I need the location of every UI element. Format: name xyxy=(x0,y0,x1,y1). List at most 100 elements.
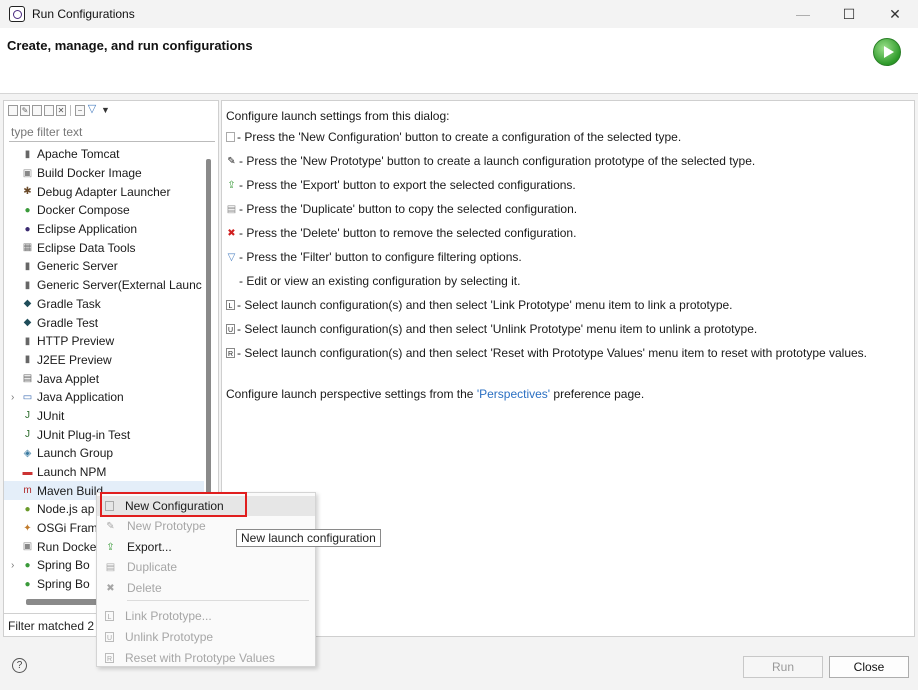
new-prototype-icon: ✎ xyxy=(106,520,115,532)
window-title: Run Configurations xyxy=(32,7,135,21)
tree-item-label: Launch Group xyxy=(37,446,114,461)
help-line-reset-prototype: R- Select launch configuration(s) and th… xyxy=(226,346,868,360)
tree-item-label: Generic Server(External Launc xyxy=(37,278,202,293)
perspectives-link[interactable]: 'Perspectives' xyxy=(477,387,550,401)
docker-icon: ▣ xyxy=(22,167,33,179)
unlink-prototype-icon: U xyxy=(226,324,235,334)
run-icon xyxy=(873,38,901,66)
duplicate-icon: ▤ xyxy=(105,561,116,573)
tree-item-label: Gradle Test xyxy=(37,315,99,330)
tree-item-label: Generic Server xyxy=(37,259,118,274)
tree-item-label: Spring Bo xyxy=(37,577,90,592)
tree-item[interactable]: ● Eclipse Application xyxy=(4,220,204,239)
tree-item-label: J2EE Preview xyxy=(37,352,112,367)
tree-item[interactable]: ▮ Generic Server(External Launc xyxy=(4,276,204,295)
spring-icon: ● xyxy=(24,559,31,571)
menu-separator xyxy=(127,600,309,601)
tree-item-label: JUnit xyxy=(37,408,65,423)
maximize-button[interactable]: ☐ xyxy=(826,0,872,28)
filter-icon[interactable]: ▽ xyxy=(87,103,97,116)
spring-icon: ● xyxy=(24,578,31,590)
tree-item-label: Java Applet xyxy=(37,371,100,386)
window-controls: — ☐ ✕ xyxy=(780,0,918,28)
highlight-annotation xyxy=(100,492,247,517)
delete-icon[interactable]: ✕ xyxy=(56,104,66,116)
help-line-filter: ▽ - Press the 'Filter' button to configur… xyxy=(227,250,522,264)
tree-item[interactable]: ✱ Debug Adapter Launcher xyxy=(4,182,204,201)
filter-status: Filter matched 2 xyxy=(8,619,95,633)
minimize-button[interactable]: — xyxy=(780,0,826,28)
tree-item[interactable]: ◆ Gradle Task xyxy=(4,295,204,314)
tree-item-label: Docker Compose xyxy=(37,203,130,218)
tree-item-label: HTTP Preview xyxy=(37,334,115,349)
server-icon: ▮ xyxy=(24,279,31,291)
junit-icon: J xyxy=(25,429,30,441)
menu-item-reset-prototype: R Reset with Prototype Values xyxy=(105,651,275,665)
collapse-all-icon[interactable]: − xyxy=(75,104,85,116)
junit-icon: J xyxy=(25,410,30,422)
tree-toolbar: ✎ ✕ − ▽ ▼ xyxy=(4,101,218,119)
tree-item[interactable]: ▤ Java Applet xyxy=(4,369,204,388)
new-configuration-icon[interactable] xyxy=(8,104,18,116)
tree-item-label: Eclipse Data Tools xyxy=(37,240,136,255)
run-button[interactable]: Run xyxy=(743,656,823,678)
duplicate-icon[interactable] xyxy=(44,104,54,116)
new-prototype-icon[interactable]: ✎ xyxy=(20,104,30,116)
chevron-down-icon[interactable]: ▼ xyxy=(101,105,110,115)
filter-input[interactable] xyxy=(9,123,215,142)
delete-icon: ✖ xyxy=(227,227,236,239)
tree-item-label: Spring Bo xyxy=(37,558,90,573)
menu-item-link-prototype: L Link Prototype... xyxy=(97,606,315,626)
server-icon: ▮ xyxy=(24,335,31,347)
new-configuration-icon xyxy=(226,132,235,142)
tree-item-label: Debug Adapter Launcher xyxy=(37,184,171,199)
chevron-right-icon[interactable]: › xyxy=(11,392,21,403)
group-icon: ◈ xyxy=(23,447,32,459)
tree-item[interactable]: ◈ Launch Group xyxy=(4,444,204,463)
help-line-link-prototype: L- Select launch configuration(s) and th… xyxy=(226,298,733,312)
horizontal-scrollbar[interactable] xyxy=(26,599,98,605)
help-icon[interactable]: ? xyxy=(12,658,27,673)
help-line-delete: ✖ - Press the 'Delete' button to remove t… xyxy=(227,226,577,240)
server-icon: ▮ xyxy=(24,354,31,366)
export-icon[interactable] xyxy=(32,104,42,116)
help-line-edit: - Edit or view an existing configuration… xyxy=(239,274,521,288)
tree-item[interactable]: ▮ Apache Tomcat xyxy=(4,145,204,164)
unlink-prototype-icon: U xyxy=(105,632,114,642)
help-line-duplicate: ▤ - Press the 'Duplicate' button to copy … xyxy=(226,202,578,216)
tree-item[interactable]: ▦ Eclipse Data Tools xyxy=(4,238,204,257)
tree-item-label: Build Docker Image xyxy=(37,166,142,181)
description-panel: Configure launch settings from this dial… xyxy=(221,100,915,637)
intro-text: Configure launch settings from this dial… xyxy=(226,109,450,123)
tree-item-label: Apache Tomcat xyxy=(37,147,120,162)
tree-item[interactable]: ▮ HTTP Preview xyxy=(4,332,204,351)
scroll-thumb[interactable] xyxy=(206,159,211,539)
chevron-right-icon[interactable]: › xyxy=(11,560,21,571)
tree-item[interactable]: › ▭ Java Application xyxy=(4,388,204,407)
tree-item[interactable]: ◆ Gradle Test xyxy=(4,313,204,332)
tree-item[interactable]: ● Docker Compose xyxy=(4,201,204,220)
duplicate-icon: ▤ xyxy=(226,203,237,215)
help-line-new-prototype: ✎ - Press the 'New Prototype' button to c… xyxy=(227,154,756,168)
tooltip: New launch configuration xyxy=(236,529,381,547)
gradle-icon: ◆ xyxy=(23,317,32,329)
context-menu: New Configuration ✎ New Prototype ⇪ Export… xyxy=(96,492,316,667)
database-icon: ▦ xyxy=(22,242,33,254)
tree-item-label: JUnit Plug-in Test xyxy=(37,427,131,442)
tree-item[interactable]: ▮ Generic Server xyxy=(4,257,204,276)
help-line-new-configuration: - Press the 'New Configuration' button t… xyxy=(226,130,681,144)
tree-item[interactable]: ▣ Build Docker Image xyxy=(4,164,204,183)
export-icon: ⇪ xyxy=(227,179,236,191)
tree-item[interactable]: ▬ Launch NPM xyxy=(4,463,204,482)
npm-icon: ▬ xyxy=(22,466,33,478)
tree-item[interactable]: J JUnit Plug-in Test xyxy=(4,425,204,444)
close-button[interactable]: Close xyxy=(829,656,909,678)
tree-item-label: Eclipse Application xyxy=(37,222,138,237)
tree-item[interactable]: ▮ J2EE Preview xyxy=(4,351,204,370)
maven-icon: m xyxy=(23,485,32,497)
close-window-button[interactable]: ✕ xyxy=(872,0,918,28)
new-prototype-icon: ✎ xyxy=(227,155,236,167)
tree-item[interactable]: J JUnit xyxy=(4,407,204,426)
docker-icon: ▣ xyxy=(22,541,33,553)
tree-item-label: Gradle Task xyxy=(37,296,101,311)
